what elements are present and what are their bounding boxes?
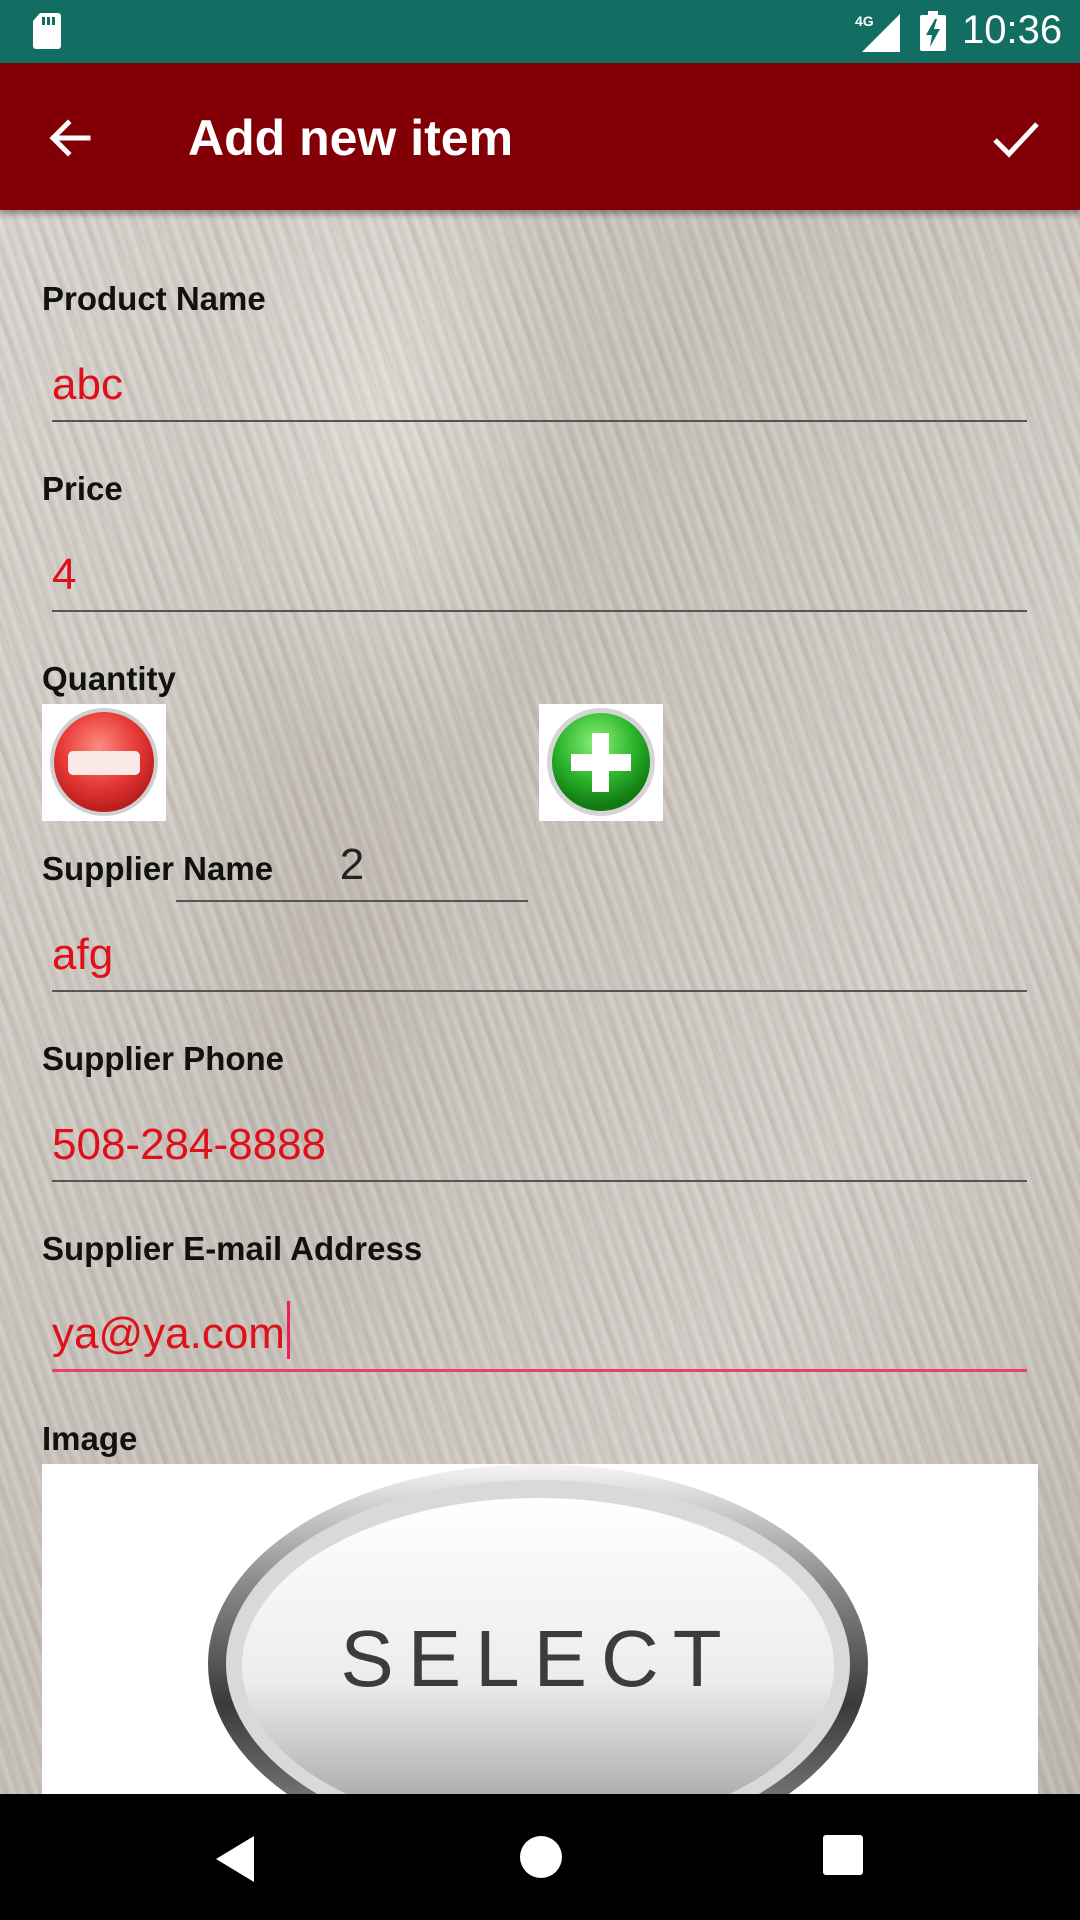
supplier-email-input[interactable]: ya@ya.com — [52, 1299, 1027, 1372]
product-name-label: Product Name — [42, 280, 266, 317]
quantity-label: Quantity — [42, 660, 176, 697]
supplier-name-label: Supplier Name — [42, 850, 274, 887]
supplier-email-value: ya@ya.com — [52, 1309, 285, 1358]
nav-recents-icon[interactable] — [822, 1834, 864, 1876]
check-icon[interactable] — [985, 108, 1045, 168]
minus-circle-icon — [50, 708, 158, 816]
select-button-graphic: SELECT — [208, 1464, 868, 1794]
select-button-label: SELECT — [340, 1614, 735, 1703]
navigation-bar — [0, 1794, 1080, 1920]
battery-charging-icon — [920, 11, 946, 51]
network-type: 4G — [855, 13, 874, 29]
text-cursor — [286, 1301, 290, 1359]
price-input[interactable]: 4 — [52, 540, 1027, 612]
page-title: Add new item — [188, 110, 514, 166]
supplier-name-value: afg — [52, 930, 114, 979]
nav-home-icon[interactable] — [518, 1834, 564, 1880]
product-name-input[interactable]: abc — [52, 350, 1027, 422]
decrease-quantity-button[interactable] — [42, 704, 166, 821]
sd-card-icon — [33, 13, 61, 49]
clock: 10:36 — [962, 8, 1063, 52]
supplier-phone-input[interactable]: 508-284-8888 — [52, 1110, 1027, 1182]
plus-circle-icon — [547, 708, 655, 816]
supplier-email-label: Supplier E-mail Address — [42, 1230, 423, 1267]
select-image-button[interactable]: SELECT — [42, 1464, 1038, 1794]
image-label: Image — [42, 1420, 138, 1457]
price-label: Price — [42, 470, 123, 507]
arrow-left-icon[interactable] — [40, 108, 100, 168]
nav-back-icon[interactable] — [212, 1834, 260, 1884]
app-bar: Add new item — [0, 63, 1080, 210]
increase-quantity-button[interactable] — [539, 704, 663, 821]
price-value: 4 — [52, 550, 77, 599]
supplier-phone-value: 508-284-8888 — [52, 1120, 327, 1169]
supplier-phone-label: Supplier Phone — [42, 1040, 285, 1077]
status-bar: 4G 10:36 — [0, 0, 1080, 63]
supplier-name-input[interactable]: afg — [52, 920, 1027, 992]
product-name-value: abc — [52, 360, 123, 409]
signal-icon: 4G — [855, 13, 900, 52]
